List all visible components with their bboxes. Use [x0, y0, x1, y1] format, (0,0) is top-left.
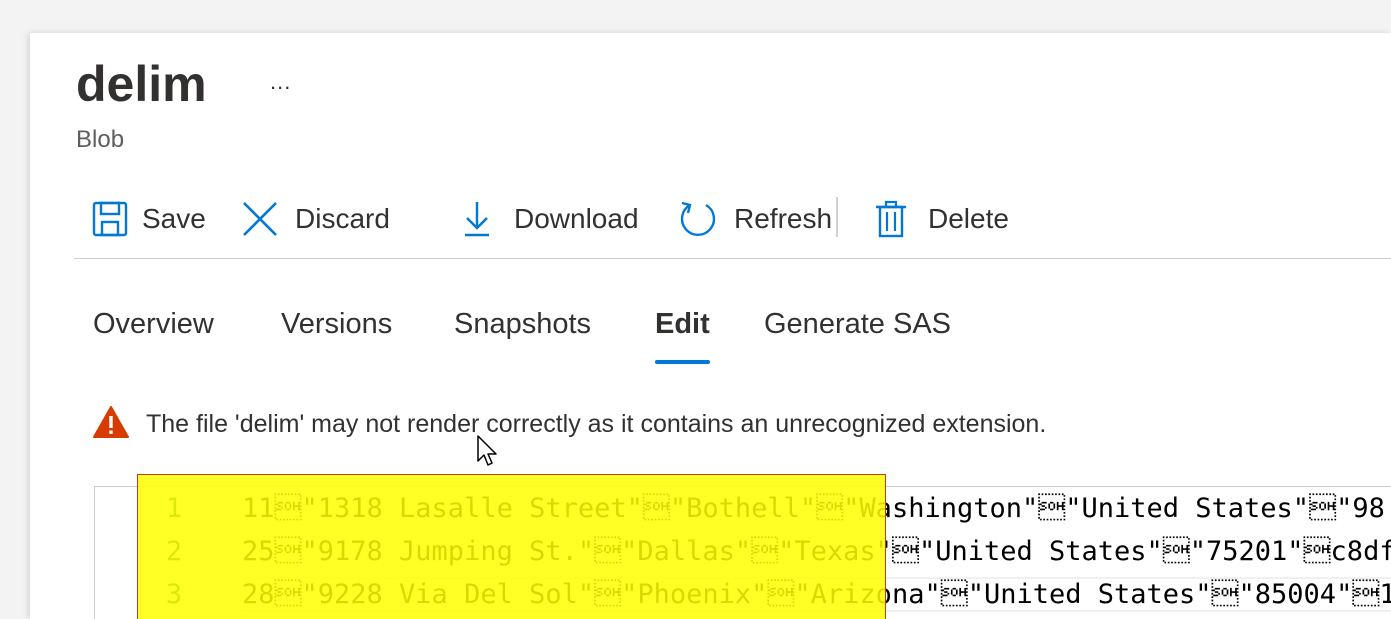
line-number: 2: [165, 536, 183, 567]
page-title: delim: [76, 56, 207, 112]
warning-message: The file 'delim' may not render correctl…: [92, 405, 1046, 444]
code-line-current[interactable]: 3 28"9228 Via Del Sol""Phoenix""Arizo…: [95, 575, 1391, 618]
command-bar: Save Discard Download Refresh Delete: [74, 183, 1391, 259]
save-icon: [92, 201, 128, 237]
toolbar-divider: [836, 197, 838, 237]
tab-overview[interactable]: Overview: [93, 308, 214, 341]
download-label: Download: [514, 203, 639, 234]
line-text: 28"9228 Via Del Sol""Phoenix""Arizona…: [242, 577, 1391, 612]
tab-versions[interactable]: Versions: [281, 308, 392, 341]
line-text: 11"1318 Lasalle Street""Bothell""Wash…: [242, 493, 1385, 524]
active-tab-indicator: [655, 360, 710, 364]
line-number: 3: [165, 579, 183, 610]
refresh-icon: [678, 199, 718, 239]
discard-label: Discard: [295, 203, 390, 234]
save-button[interactable]: Save: [92, 198, 206, 240]
delete-label: Delete: [928, 203, 1009, 234]
blob-panel: delim ... Blob Save Discard Download Ref…: [30, 33, 1391, 619]
discard-icon: [241, 200, 279, 238]
code-editor[interactable]: 1 11"1318 Lasalle Street""Bothell""Wa…: [94, 474, 1391, 619]
discard-button[interactable]: Discard: [241, 198, 390, 240]
delete-icon: [874, 200, 908, 238]
warning-text: The file 'delim' may not render correctl…: [146, 410, 1047, 438]
refresh-label: Refresh: [734, 203, 833, 234]
tab-edit[interactable]: Edit: [655, 308, 710, 341]
download-button[interactable]: Download: [462, 198, 639, 240]
save-label: Save: [142, 203, 206, 234]
tab-bar: Overview Versions Snapshots Edit Generat…: [30, 303, 1391, 364]
refresh-button[interactable]: Refresh: [678, 198, 832, 240]
tab-generate-sas[interactable]: Generate SAS: [764, 308, 951, 341]
line-text: 25"9178 Jumping St.""Dallas""Texas""…: [242, 536, 1391, 567]
warning-icon: [92, 405, 130, 444]
code-line[interactable]: 2 25"9178 Jumping St.""Dallas""Texas"…: [95, 532, 1391, 575]
page-subtitle: Blob: [76, 126, 125, 153]
tab-snapshots[interactable]: Snapshots: [454, 308, 591, 341]
line-number: 1: [165, 493, 183, 524]
code-line[interactable]: 1 11"1318 Lasalle Street""Bothell""Wa…: [95, 489, 1391, 532]
more-options-button[interactable]: ...: [270, 69, 291, 95]
delete-button[interactable]: Delete: [874, 198, 1009, 240]
download-icon: [462, 200, 492, 238]
